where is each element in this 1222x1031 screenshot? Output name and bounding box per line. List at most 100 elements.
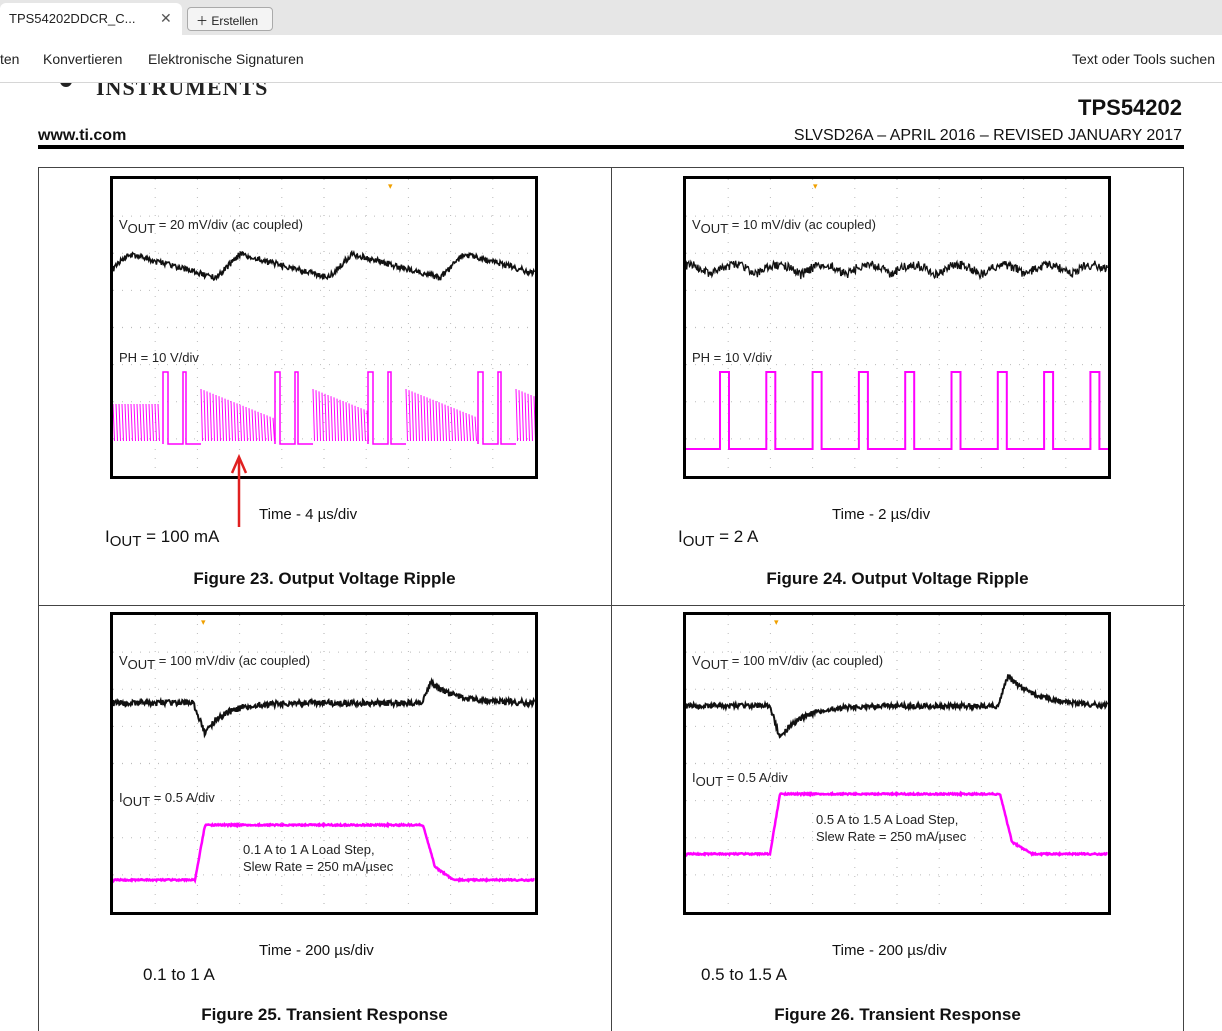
ph-ringing xyxy=(441,403,444,442)
ph-ringing xyxy=(230,400,233,442)
ph-ringing xyxy=(133,403,136,442)
ph-ringing xyxy=(257,411,260,442)
ph-ringing xyxy=(324,393,327,442)
ph-ringing xyxy=(515,388,518,442)
toolbar-item-esign[interactable]: Elektronische Signaturen xyxy=(148,51,304,67)
ph-ringing xyxy=(342,400,345,442)
tab-title: TPS54202DDCR_C... xyxy=(9,11,136,26)
ph-ringing xyxy=(527,393,530,442)
ph-ringing xyxy=(360,408,363,442)
ph-ringing xyxy=(423,396,426,442)
time-scale-label: Time - 200 µs/div xyxy=(832,942,947,959)
ph-ringing xyxy=(269,416,272,442)
ph-ringing xyxy=(336,398,339,442)
ph-ringing xyxy=(414,392,417,442)
time-scale-label: Time - 4 µs/div xyxy=(259,506,358,523)
ph-ringing xyxy=(236,403,239,442)
ph-ringing xyxy=(465,412,468,442)
ph-ringing xyxy=(266,415,269,442)
create-button[interactable]: ＋ Erstellen xyxy=(187,7,273,31)
grid-divider xyxy=(39,605,1185,606)
header-rule xyxy=(38,145,1184,149)
ph-ringing xyxy=(533,396,535,442)
ph-ringing xyxy=(462,411,465,442)
oscilloscope-plot: ▾ VOUT = 100 mV/div (ac coupled) IOUT = … xyxy=(110,612,538,915)
top-channel-label: VOUT = 10 mV/div (ac coupled) xyxy=(692,217,876,236)
figure-caption: Figure 24. Output Voltage Ripple xyxy=(766,569,1029,588)
toolbar-item-convert[interactable]: Konvertieren xyxy=(43,51,122,67)
ph-pulse xyxy=(162,371,201,445)
ph-ringing xyxy=(260,412,263,442)
ph-ringing xyxy=(354,405,357,442)
ph-ringing xyxy=(239,404,242,442)
ti-logo-text: INSTRUMENTS xyxy=(96,83,269,100)
ph-ringing xyxy=(339,399,342,442)
pdf-page: INSTRUMENTS TPS54202 www.ti.com SLVSD26A… xyxy=(0,83,1222,1031)
ph-ringing xyxy=(450,406,453,442)
ph-ringing xyxy=(212,393,215,442)
ph-ringing xyxy=(148,403,151,442)
ti-logo-icon xyxy=(60,83,72,87)
ph-ringing xyxy=(345,402,348,442)
site-link[interactable]: www.ti.com xyxy=(38,127,126,145)
ph-ringing xyxy=(203,390,206,442)
figure-caption: Figure 23. Output Voltage Ripple xyxy=(193,569,456,588)
search-tools[interactable]: Text oder Tools suchen xyxy=(1072,51,1215,67)
output-current-label: 0.5 to 1.5 A xyxy=(701,965,788,984)
document-tab[interactable]: TPS54202DDCR_C... ✕ xyxy=(0,3,182,35)
ph-pulse-train xyxy=(686,371,1108,450)
ph-ringing xyxy=(215,394,218,442)
ph-ringing xyxy=(136,403,139,442)
document-id: SLVSD26A – APRIL 2016 – REVISED JANUARY … xyxy=(793,127,1182,144)
ph-ringing xyxy=(518,390,521,442)
ph-ringing xyxy=(121,403,124,442)
red-arrow-annotation xyxy=(230,453,248,527)
oscilloscope-plot: ▾ VOUT = 100 mV/div (ac coupled) IOUT = … xyxy=(683,612,1111,915)
app-toolbar: ten Konvertieren Elektronische Signature… xyxy=(0,35,1222,83)
top-channel-label: VOUT = 100 mV/div (ac coupled) xyxy=(119,653,311,672)
bottom-channel-label: PH = 10 V/div xyxy=(119,350,199,365)
ph-ringing xyxy=(221,397,224,442)
ph-ringing xyxy=(333,397,336,442)
ph-ringing xyxy=(242,405,245,442)
ph-ringing xyxy=(474,416,477,442)
oscilloscope-plot: ▾ VOUT = 20 mV/div (ac coupled) PH = 10 … xyxy=(110,176,538,479)
ph-ringing xyxy=(127,403,130,442)
oscilloscope-plot: ▾ VOUT = 10 mV/div (ac coupled) PH = 10 … xyxy=(683,176,1111,479)
ph-ringing xyxy=(459,410,462,442)
ph-ringing xyxy=(224,398,227,442)
ph-ringing xyxy=(157,403,160,442)
ph-ringing xyxy=(408,390,411,442)
ph-ringing xyxy=(130,403,133,442)
time-scale-label: Time - 200 µs/div xyxy=(259,942,374,959)
load-step-note: 0.1 A to 1 A Load Step, Slew Rate = 250 m… xyxy=(243,842,394,874)
ph-ringing xyxy=(218,396,221,442)
ph-ringing xyxy=(145,403,148,442)
bottom-channel-label: IOUT = 0.5 A/div xyxy=(119,790,215,809)
toolbar-item-edit[interactable]: ten xyxy=(0,51,19,67)
ph-ringing xyxy=(348,403,351,442)
ph-ringing xyxy=(521,391,524,442)
ph-ringing xyxy=(468,414,471,442)
ph-ringing xyxy=(456,409,459,442)
close-tab-icon[interactable]: ✕ xyxy=(160,10,172,27)
ph-ringing xyxy=(233,402,236,442)
ph-ringing xyxy=(524,392,527,442)
ph-ringing xyxy=(432,399,435,442)
ph-ringing xyxy=(227,399,230,442)
ph-ringing xyxy=(453,408,456,442)
trigger-marker-icon: ▾ xyxy=(813,181,818,191)
ph-ringing xyxy=(420,394,423,442)
ph-ringing xyxy=(321,392,324,442)
trigger-marker-icon: ▾ xyxy=(201,617,206,627)
ph-ringing xyxy=(426,397,429,442)
ph-ringing xyxy=(417,393,420,442)
ph-pulse xyxy=(274,371,313,445)
figure-caption: Figure 25. Transient Response xyxy=(201,1005,448,1024)
ph-ringing xyxy=(245,406,248,442)
ph-ringing xyxy=(444,404,447,442)
output-current-label: IOUT = 100 mA xyxy=(105,527,220,550)
ph-ringing xyxy=(200,388,203,442)
browser-tab-bar: TPS54202DDCR_C... ✕ ＋ Erstellen xyxy=(0,0,1222,35)
ph-ringing xyxy=(118,403,121,442)
